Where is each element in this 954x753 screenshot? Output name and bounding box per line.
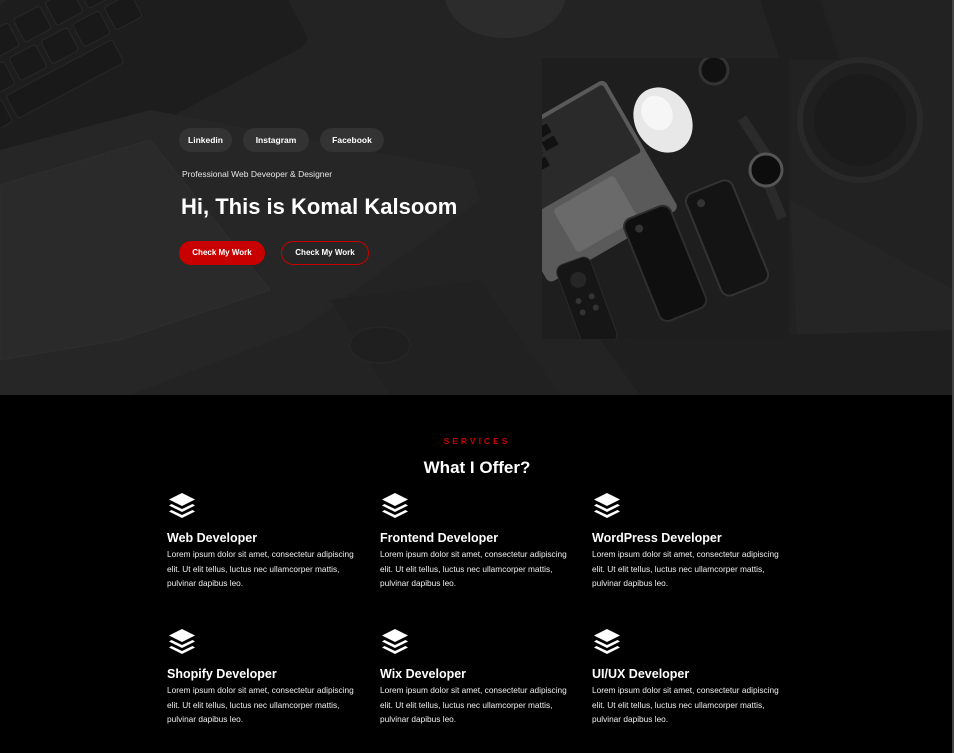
services-title: What I Offer? bbox=[423, 458, 531, 477]
layers-icon bbox=[169, 629, 195, 654]
instagram-link[interactable]: Instagram bbox=[243, 128, 309, 152]
check-my-work-outline-button[interactable]: Check My Work bbox=[281, 241, 369, 265]
service-title: Web Developer bbox=[167, 531, 258, 545]
hero-headline: Hi, This is Komal Kalsoom bbox=[181, 194, 458, 219]
service-title: WordPress Developer bbox=[592, 531, 722, 545]
service-card-ui-ux-developer: UI/UX Developer Lorem ipsum dolor sit am… bbox=[592, 627, 782, 727]
hero-section: Linkedin Instagram Facebook Professional… bbox=[0, 0, 954, 395]
hero-photo bbox=[542, 58, 789, 339]
service-card-wordpress-developer: WordPress Developer Lorem ipsum dolor si… bbox=[592, 491, 782, 591]
layers-icon bbox=[169, 493, 195, 518]
service-description: Lorem ipsum dolor sit amet, consectetur … bbox=[592, 549, 779, 588]
facebook-link[interactable]: Facebook bbox=[320, 128, 384, 152]
service-card-web-developer: Web Developer Lorem ipsum dolor sit amet… bbox=[167, 491, 357, 591]
service-description: Lorem ipsum dolor sit amet, consectetur … bbox=[167, 549, 354, 588]
service-card-wix-developer: Wix Developer Lorem ipsum dolor sit amet… bbox=[380, 627, 570, 727]
service-card-shopify-developer: Shopify Developer Lorem ipsum dolor sit … bbox=[167, 627, 357, 727]
hero-subtitle: Professional Web Deveoper & Designer bbox=[182, 169, 333, 179]
services-section: SERVICES What I Offer? Web Developer Lor… bbox=[0, 395, 954, 753]
service-card-frontend-developer: Frontend Developer Lorem ipsum dolor sit… bbox=[380, 491, 570, 591]
hero-buttons: Check My Work Check My Work bbox=[179, 241, 369, 265]
service-title: Wix Developer bbox=[380, 667, 467, 681]
service-title: UI/UX Developer bbox=[592, 667, 690, 681]
service-description: Lorem ipsum dolor sit amet, consectetur … bbox=[167, 685, 354, 724]
layers-icon bbox=[594, 493, 620, 518]
layers-icon bbox=[594, 629, 620, 654]
service-title: Frontend Developer bbox=[380, 531, 499, 545]
check-my-work-button[interactable]: Check My Work bbox=[179, 241, 265, 265]
service-description: Lorem ipsum dolor sit amet, consectetur … bbox=[592, 685, 779, 724]
desk-devices-photo bbox=[542, 58, 789, 339]
social-links: Linkedin Instagram Facebook bbox=[179, 128, 384, 152]
service-description: Lorem ipsum dolor sit amet, consectetur … bbox=[380, 685, 567, 724]
layers-icon bbox=[382, 493, 408, 518]
service-description: Lorem ipsum dolor sit amet, consectetur … bbox=[380, 549, 567, 588]
services-eyebrow: SERVICES bbox=[443, 436, 511, 446]
hero-overlay bbox=[0, 0, 954, 395]
linkedin-link[interactable]: Linkedin bbox=[179, 128, 232, 152]
layers-icon bbox=[382, 629, 408, 654]
service-title: Shopify Developer bbox=[167, 667, 277, 681]
